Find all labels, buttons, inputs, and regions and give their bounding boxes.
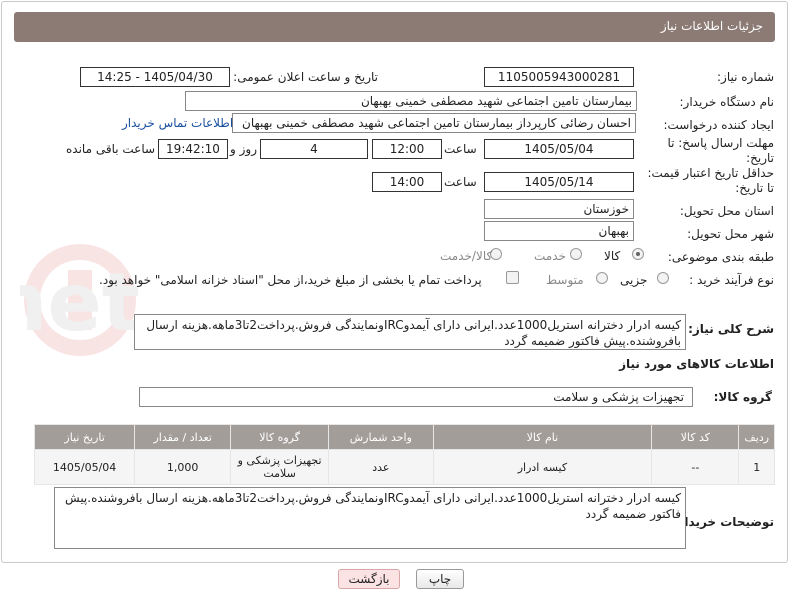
buyer-notes-textarea[interactable]: کیسه ادرار دخترانه استریل1000عدد.ایرانی …	[54, 487, 686, 549]
cell-date: 1405/05/04	[33, 449, 136, 485]
buyer-notes-label: توضیحات خریدار:	[672, 515, 774, 529]
need-number-label: شماره نیاز:	[717, 70, 774, 84]
deadline-date-field: 1405/05/04	[484, 139, 634, 159]
page-header: جزئیات اطلاعات نیاز	[14, 12, 775, 42]
cell-qty: 1,000	[134, 449, 232, 485]
goods-section-title: اطلاعات کالاهای مورد نیاز	[619, 357, 774, 371]
announce-field: 1405/04/30 - 14:25	[80, 67, 230, 87]
category-goods-label: کالا	[604, 249, 621, 263]
description-label: شرح کلی نیاز:	[688, 322, 774, 336]
contact-info-link[interactable]: اطلاعات تماس خریدار	[122, 116, 233, 130]
description-textarea[interactable]: کیسه ادرار دخترانه استریل1000عدد.ایرانی …	[134, 314, 686, 350]
cell-row: 1	[738, 449, 775, 485]
city-label: شهر محل تحویل:	[687, 227, 774, 241]
goods-group-label: گروه کالا:	[713, 390, 772, 404]
need-number-field: 1105005943000281	[484, 67, 634, 87]
city-field: بهبهان	[484, 221, 634, 241]
deadline-time-label: ساعت	[444, 142, 477, 156]
deadline-time-field: 12:00	[372, 139, 442, 159]
cell-group: تجهیزات پزشکی و سلامت	[230, 449, 330, 485]
validity-time-label: ساعت	[444, 175, 477, 189]
province-label: استان محل تحویل:	[679, 204, 774, 218]
validity-label-2: تا تاریخ:	[735, 181, 774, 195]
buyer-org-label: نام دستگاه خریدار:	[679, 95, 775, 109]
cell-name: کیسه ادرار	[432, 449, 653, 485]
col-name: نام کالا	[432, 424, 653, 450]
treasury-payment-text: پرداخت تمام یا بخشی از مبلغ خرید،از محل …	[99, 273, 482, 287]
col-qty: تعداد / مقدار	[134, 424, 232, 450]
validity-label: حداقل تاریخ اعتبار قیمت:	[647, 166, 774, 180]
col-code: کد کالا	[651, 424, 740, 450]
svg-text:AriaTender.net: AriaTender.net	[20, 256, 140, 349]
purchase-minor-label: جزیی	[620, 273, 648, 287]
back-button[interactable]: بازگشت	[338, 569, 400, 589]
purchase-medium-radio[interactable]	[596, 272, 608, 284]
table-row: 1 -- کیسه ادرار عدد تجهیزات پزشکی و سلام…	[33, 449, 775, 485]
page-title: جزئیات اطلاعات نیاز	[660, 19, 763, 33]
table-header-row: ردیف کد کالا نام کالا واحد شمارش گروه کا…	[33, 424, 775, 450]
creator-field: احسان رضائی کارپرداز بیمارستان تامین اجت…	[232, 113, 636, 133]
print-button[interactable]: چاپ	[416, 569, 464, 589]
col-date: تاریخ نیاز	[33, 424, 136, 450]
purchase-minor-radio[interactable]	[657, 272, 669, 284]
category-service-label: خدمت	[534, 249, 566, 263]
col-group: گروه کالا	[230, 424, 330, 450]
category-goods-radio[interactable]	[632, 248, 644, 260]
category-service-radio[interactable]	[570, 248, 582, 260]
remaining-time-field: 19:42:10	[158, 139, 228, 159]
cell-unit: عدد	[328, 449, 434, 485]
days-field: 4	[260, 139, 368, 159]
days-label: روز و	[230, 142, 257, 156]
treasury-payment-checkbox[interactable]	[506, 271, 519, 284]
deadline-label-2: تاریخ:	[746, 151, 774, 165]
purchase-medium-label: متوسط	[546, 273, 584, 287]
goods-group-field: تجهیزات پزشکی و سلامت	[139, 387, 693, 407]
col-unit: واحد شمارش	[328, 424, 434, 450]
col-row: ردیف	[738, 424, 775, 450]
validity-date-field: 1405/05/14	[484, 172, 634, 192]
category-label: طبقه بندی موضوعی:	[667, 250, 774, 264]
category-both-label: کالا/خدمت	[440, 249, 493, 263]
deadline-label: مهلت ارسال پاسخ: تا	[667, 136, 774, 150]
cell-code: --	[651, 449, 740, 485]
creator-label: ایجاد کننده درخواست:	[663, 118, 774, 132]
purchase-type-label: نوع فرآیند خرید :	[689, 273, 774, 287]
validity-time-field: 14:00	[372, 172, 442, 192]
province-field: خوزستان	[484, 199, 634, 219]
announce-label: تاریخ و ساعت اعلان عمومی:	[233, 70, 378, 84]
goods-table: ردیف کد کالا نام کالا واحد شمارش گروه کا…	[33, 424, 775, 485]
buyer-org-field: بیمارستان تامین اجتماعی شهید مصطفی خمینی…	[185, 91, 637, 111]
remaining-label: ساعت باقی مانده	[66, 142, 156, 156]
